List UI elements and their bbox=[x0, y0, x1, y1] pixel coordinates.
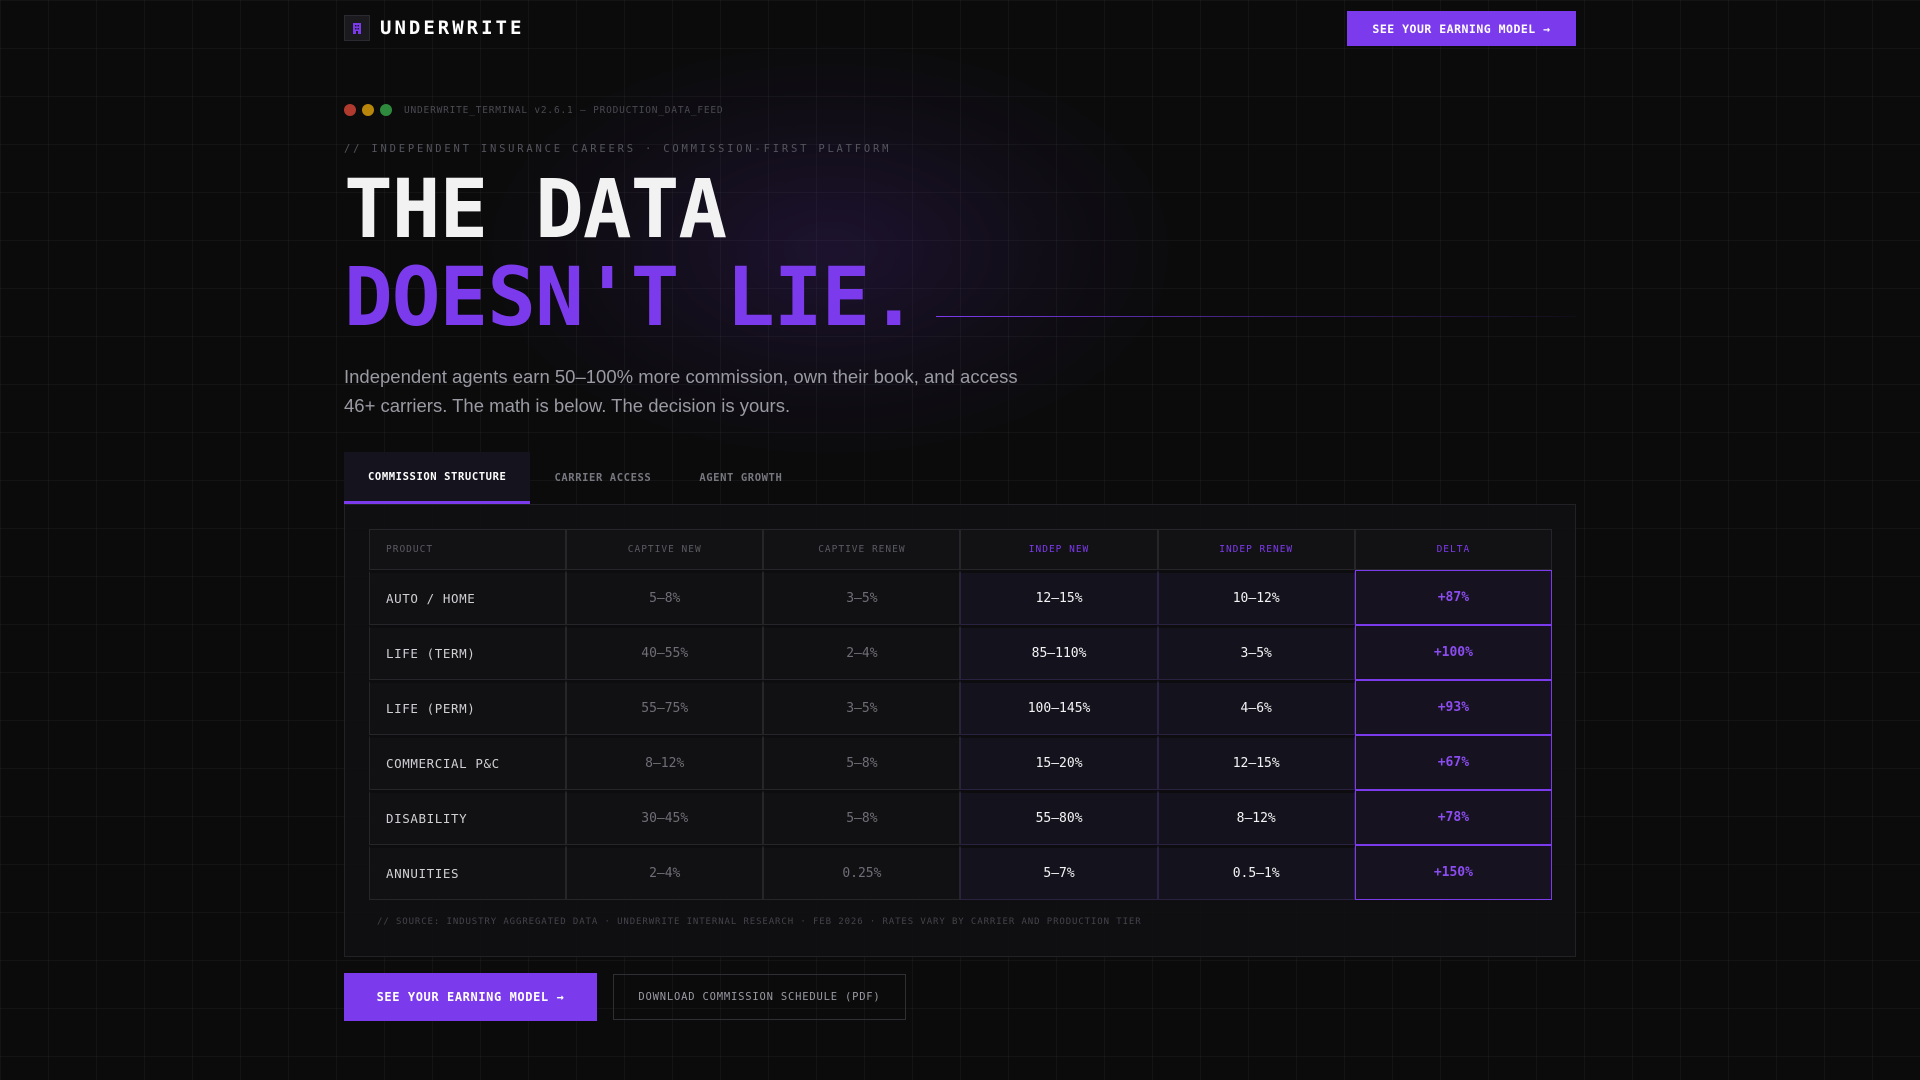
product-cell: COMMERCIAL P&C bbox=[369, 735, 567, 790]
table-cell: 10–12% bbox=[1157, 570, 1355, 625]
table-cell: 2–4% bbox=[763, 625, 961, 680]
hero-title-line1: THE DATA bbox=[344, 163, 727, 257]
column-header: PRODUCT bbox=[369, 529, 567, 570]
earning-model-button[interactable]: SEE YOUR EARNING MODEL → bbox=[344, 973, 597, 1021]
red-dot-icon bbox=[344, 104, 356, 116]
table-row: LIFE (TERM) 40–55% 2–4% 85–110% 3–5% +10… bbox=[369, 625, 1552, 680]
tab-bar: COMMISSION STRUCTURE CARRIER ACCESS AGEN… bbox=[344, 452, 806, 504]
tab-agent-growth[interactable]: AGENT GROWTH bbox=[675, 452, 806, 504]
table-cell: 0.5–1% bbox=[1157, 845, 1355, 900]
building-icon bbox=[344, 15, 370, 41]
table-cell: 5–8% bbox=[763, 735, 961, 790]
tab-commission-structure[interactable]: COMMISSION STRUCTURE bbox=[344, 452, 531, 504]
table-row: DISABILITY 30–45% 5–8% 55–80% 8–12% +78% bbox=[369, 790, 1552, 845]
table-cell: 5–8% bbox=[566, 570, 764, 625]
table-cell: 15–20% bbox=[960, 735, 1158, 790]
table-cell: 0.25% bbox=[763, 845, 961, 900]
product-cell: LIFE (TERM) bbox=[369, 625, 567, 680]
column-header: CAPTIVE NEW bbox=[566, 529, 764, 570]
terminal-label: UNDERWRITE_TERMINAL v2.6.1 — PRODUCTION_… bbox=[404, 104, 724, 116]
hero-title: THE DATA DOESN'T LIE. bbox=[344, 163, 918, 345]
table-cell: 3–5% bbox=[763, 680, 961, 735]
nav-earning-model-button[interactable]: SEE YOUR EARNING MODEL → bbox=[1347, 11, 1576, 46]
table-cell: 12–15% bbox=[960, 570, 1158, 625]
hero-divider bbox=[936, 316, 1576, 317]
delta-cell: +150% bbox=[1354, 845, 1552, 900]
table-cell: 2–4% bbox=[566, 845, 764, 900]
source-note: // SOURCE: INDUSTRY AGGREGATED DATA · UN… bbox=[377, 917, 1142, 927]
yellow-dot-icon bbox=[362, 104, 374, 116]
product-cell: LIFE (PERM) bbox=[369, 680, 567, 735]
commission-panel: PRODUCT CAPTIVE NEW CAPTIVE RENEW INDEP … bbox=[344, 504, 1576, 957]
table-row: ANNUITIES 2–4% 0.25% 5–7% 0.5–1% +150% bbox=[369, 845, 1552, 900]
table-cell: 4–6% bbox=[1157, 680, 1355, 735]
product-cell: ANNUITIES bbox=[369, 845, 567, 900]
product-cell: DISABILITY bbox=[369, 790, 567, 845]
column-header: INDEP NEW bbox=[960, 529, 1158, 570]
table-header-row: PRODUCT CAPTIVE NEW CAPTIVE RENEW INDEP … bbox=[369, 529, 1552, 570]
delta-cell: +67% bbox=[1354, 735, 1552, 790]
delta-cell: +100% bbox=[1354, 625, 1552, 680]
brand-name: UNDERWRITE bbox=[380, 17, 525, 39]
delta-cell: +78% bbox=[1354, 790, 1552, 845]
table-cell: 55–75% bbox=[566, 680, 764, 735]
download-schedule-button[interactable]: DOWNLOAD COMMISSION SCHEDULE (PDF) bbox=[613, 974, 906, 1020]
commission-table: PRODUCT CAPTIVE NEW CAPTIVE RENEW INDEP … bbox=[369, 529, 1552, 900]
column-header: INDEP RENEW bbox=[1157, 529, 1355, 570]
delta-cell: +87% bbox=[1354, 570, 1552, 625]
table-cell: 3–5% bbox=[1157, 625, 1355, 680]
table-cell: 8–12% bbox=[566, 735, 764, 790]
terminal-bar: UNDERWRITE_TERMINAL v2.6.1 — PRODUCTION_… bbox=[344, 104, 723, 116]
column-header: CAPTIVE RENEW bbox=[763, 529, 961, 570]
table-cell: 100–145% bbox=[960, 680, 1158, 735]
green-dot-icon bbox=[380, 104, 392, 116]
table-row: LIFE (PERM) 55–75% 3–5% 100–145% 4–6% +9… bbox=[369, 680, 1552, 735]
hero-title-line2: DOESN'T LIE. bbox=[344, 251, 918, 345]
table-cell: 40–55% bbox=[566, 625, 764, 680]
table-row: COMMERCIAL P&C 8–12% 5–8% 15–20% 12–15% … bbox=[369, 735, 1552, 790]
brand[interactable]: UNDERWRITE bbox=[344, 15, 524, 41]
table-cell: 12–15% bbox=[1157, 735, 1355, 790]
table-cell: 5–8% bbox=[763, 790, 961, 845]
table-cell: 3–5% bbox=[763, 570, 961, 625]
table-cell: 8–12% bbox=[1157, 790, 1355, 845]
table-cell: 85–110% bbox=[960, 625, 1158, 680]
top-nav: UNDERWRITE SEE YOUR EARNING MODEL → bbox=[344, 11, 1576, 46]
hero-kicker: // INDEPENDENT INSURANCE CAREERS · COMMI… bbox=[344, 143, 892, 155]
tab-carrier-access[interactable]: CARRIER ACCESS bbox=[530, 452, 675, 504]
table-cell: 30–45% bbox=[566, 790, 764, 845]
table-cell: 5–7% bbox=[960, 845, 1158, 900]
column-header: DELTA bbox=[1354, 529, 1552, 570]
product-cell: AUTO / HOME bbox=[369, 570, 567, 625]
table-cell: 55–80% bbox=[960, 790, 1158, 845]
hero-subtitle: Independent agents earn 50–100% more com… bbox=[344, 366, 1018, 416]
delta-cell: +93% bbox=[1354, 680, 1552, 735]
table-row: AUTO / HOME 5–8% 3–5% 12–15% 10–12% +87% bbox=[369, 570, 1552, 625]
